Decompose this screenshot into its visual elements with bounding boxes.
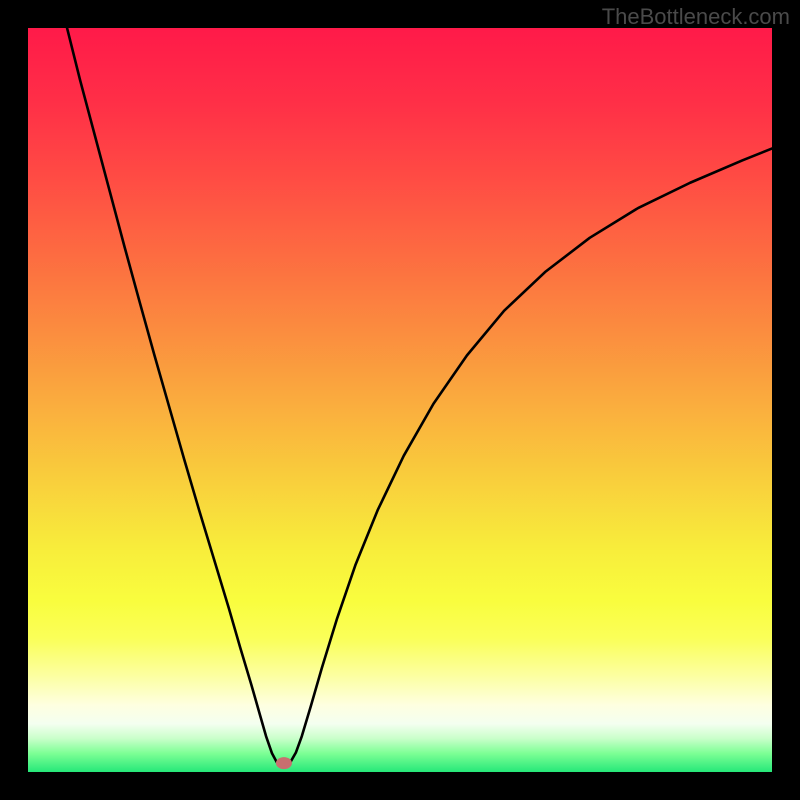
chart-background	[28, 28, 772, 772]
chart-plot-area	[28, 28, 772, 772]
chart-svg	[28, 28, 772, 772]
watermark-text: TheBottleneck.com	[602, 4, 790, 30]
minimum-marker	[276, 757, 292, 769]
